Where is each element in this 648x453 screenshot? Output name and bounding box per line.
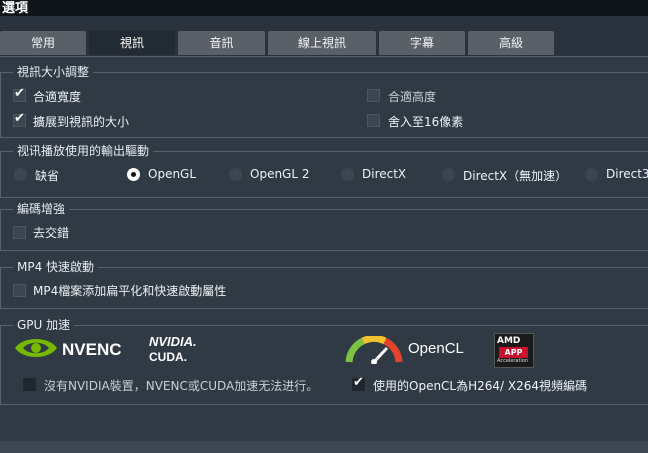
window-title: 選項 <box>2 1 29 16</box>
tab-audio[interactable]: 音訊 <box>178 31 265 55</box>
resize-group-title: 視訊大小調整 <box>13 64 94 80</box>
tab-bar: 常用 視訊 音訊 線上視訊 字幕 高級 <box>0 16 648 57</box>
tab-online-video[interactable]: 線上視訊 <box>268 31 376 55</box>
deinterlace-label: 去交錯 <box>33 226 70 240</box>
radio-directx-label: DirectX <box>362 167 407 181</box>
title-bar: 選項 <box>0 0 648 16</box>
nvidia-eye-icon <box>15 339 57 357</box>
enhance-group-title: 編碼增強 <box>13 201 70 217</box>
enhance-group: 編碼增強 去交錯 <box>0 201 648 251</box>
expand-to-video-checkbox[interactable] <box>13 111 26 127</box>
fit-height-label: 合適高度 <box>388 90 437 104</box>
round16-label: 舍入至16像素 <box>388 115 464 129</box>
nvenc-logo-text: NVENC <box>62 340 122 359</box>
gpu-group-title: GPU 加速 <box>13 317 75 333</box>
radio-opengl2-label: OpenGL 2 <box>250 167 310 181</box>
mp4-faststart-checkbox[interactable] <box>13 284 26 297</box>
amd-badge-text: AMD <box>497 336 521 346</box>
tab-video[interactable]: 視訊 <box>89 31 175 55</box>
mp4-group: MP4 快速啟動 MP4檔案添加扁平化和快速啟動屬性 <box>0 259 648 309</box>
bottom-bar <box>0 441 648 453</box>
expand-to-video-label: 擴展到視訊的大小 <box>33 115 130 129</box>
radio-directx-noaccel-label: DirectX（無加速） <box>463 169 568 183</box>
fit-height-checkbox[interactable] <box>367 89 380 102</box>
cuda-logo-text: CUDA. <box>149 350 187 364</box>
radio-directx[interactable] <box>341 168 354 181</box>
gpu-group: GPU 加速 NVENC NVIDIA. CUDA. OpenCL AMD AP… <box>0 317 648 405</box>
tab-general[interactable]: 常用 <box>0 31 86 55</box>
amd-app-badge: AMD APP Acceleration <box>494 333 534 368</box>
no-nvidia-label: 沒有NVIDIA裝置，NVENC或CUDA加速无法进行。 <box>44 379 319 393</box>
opencl-gauge-icon <box>345 336 403 364</box>
use-opencl-label: 使用的OpenCL為H264/ X264視頻編碼 <box>373 379 588 393</box>
round16-checkbox[interactable] <box>367 114 380 127</box>
mp4-group-title: MP4 快速啟動 <box>13 259 99 275</box>
amd-acceleration-text: Acceleration <box>497 358 529 364</box>
radio-directx-noaccel[interactable] <box>442 168 455 181</box>
amd-app-text: APP <box>499 347 528 358</box>
no-nvidia-checkbox[interactable] <box>23 378 36 391</box>
fit-width-checkbox[interactable] <box>13 86 26 102</box>
render-group-title: 视讯播放使用的輸出驅動 <box>13 143 154 159</box>
mp4-faststart-label: MP4檔案添加扁平化和快速啟動屬性 <box>33 284 227 298</box>
render-group: 视讯播放使用的輸出驅動 缺省 OpenGL OpenGL 2 DirectX D… <box>0 143 648 198</box>
radio-direct3d[interactable] <box>585 168 598 181</box>
radio-opengl[interactable] <box>127 168 140 181</box>
use-opencl-checkbox[interactable] <box>352 375 365 391</box>
opencl-logo-text: OpenCL <box>408 340 464 357</box>
radio-direct3d-label: Direct3D <box>606 167 648 181</box>
tab-advanced[interactable]: 高級 <box>468 31 554 55</box>
nvidia-logo-text: NVIDIA. <box>149 334 197 349</box>
tab-subtitles[interactable]: 字幕 <box>379 31 465 55</box>
deinterlace-checkbox[interactable] <box>13 226 26 239</box>
fit-width-label: 合適寬度 <box>33 90 82 104</box>
radio-default-label: 缺省 <box>35 169 60 183</box>
radio-opengl2[interactable] <box>229 168 242 181</box>
radio-opengl-label: OpenGL <box>148 167 197 181</box>
resize-group: 視訊大小調整 合適寬度 合適高度 擴展到視訊的大小 舍入至16像素 <box>0 64 648 138</box>
radio-default[interactable] <box>14 168 27 181</box>
